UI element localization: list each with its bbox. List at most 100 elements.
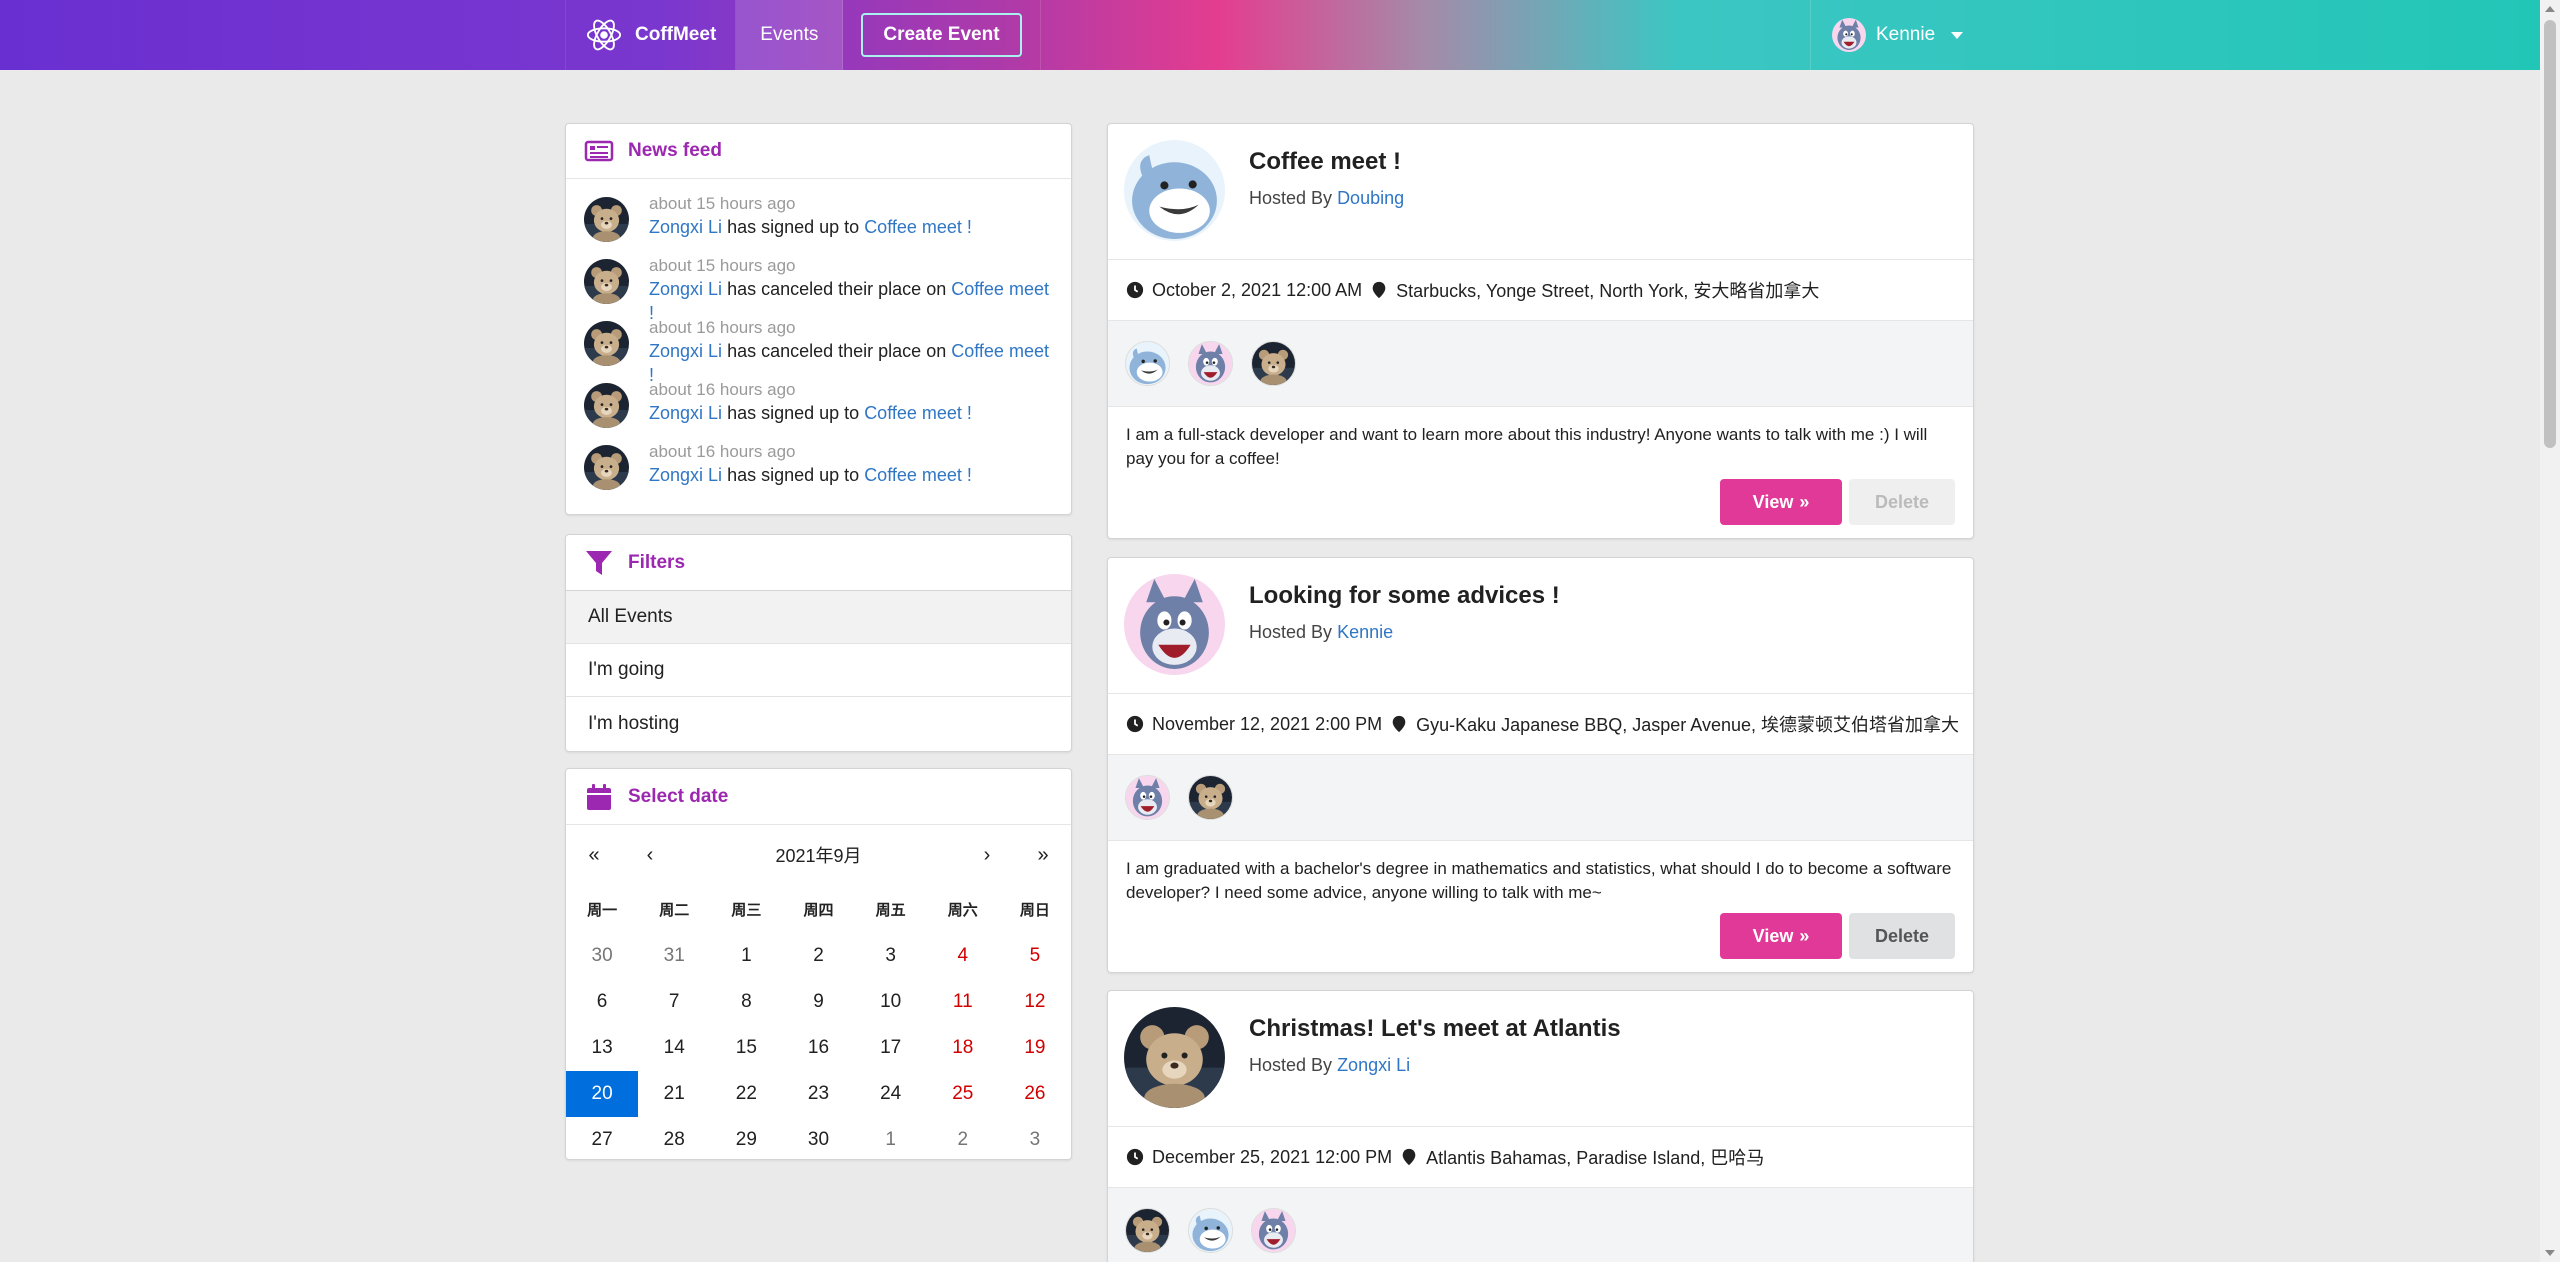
filter-im-hosting[interactable]: I'm hosting (566, 697, 1071, 750)
calendar-day[interactable]: 30 (782, 1117, 854, 1163)
attendee-avatar[interactable] (1251, 1208, 1296, 1253)
host-avatar[interactable] (1124, 140, 1225, 241)
event-actions: View» Delete (1108, 471, 1973, 525)
calendar-day[interactable]: 14 (638, 1025, 710, 1071)
news-feed-panel: News feed about 15 hours ago Zongxi Li h… (565, 123, 1072, 515)
calendar-day[interactable]: 12 (999, 979, 1071, 1025)
feed-event-link[interactable]: Coffee meet ! (864, 465, 972, 485)
feed-item: about 15 hours ago Zongxi Li has signed … (584, 193, 1053, 255)
calendar-first-button[interactable]: « (566, 844, 622, 867)
attendee-avatar[interactable] (1125, 1208, 1170, 1253)
feed-event-link[interactable]: Coffee meet ! (864, 403, 972, 423)
calendar-day[interactable]: 22 (710, 1071, 782, 1117)
event-title[interactable]: Christmas! Let's meet at Atlantis (1249, 1015, 1621, 1043)
feed-avatar[interactable] (584, 197, 629, 242)
event-host: Hosted By Kennie (1249, 622, 1560, 643)
feed-user-link[interactable]: Zongxi Li (649, 217, 722, 237)
event-title[interactable]: Looking for some advices ! (1249, 582, 1560, 610)
feed-avatar[interactable] (584, 445, 629, 490)
event-meta: October 2, 2021 12:00 AM Starbucks, Yong… (1108, 260, 1973, 321)
calendar-day[interactable]: 8 (710, 979, 782, 1025)
calendar-day[interactable]: 24 (855, 1071, 927, 1117)
calendar-day[interactable]: 1 (710, 933, 782, 979)
calendar-header: Select date (566, 769, 1071, 825)
attendee-avatar[interactable] (1125, 775, 1170, 820)
feed-user-link[interactable]: Zongxi Li (649, 341, 722, 361)
host-avatar[interactable] (1124, 1007, 1225, 1108)
calendar-day[interactable]: 16 (782, 1025, 854, 1071)
create-event-button[interactable]: Create Event (861, 13, 1022, 57)
attendee-avatar[interactable] (1251, 341, 1296, 386)
calendar-day[interactable]: 21 (638, 1071, 710, 1117)
calendar-icon (587, 783, 611, 810)
scroll-thumb[interactable] (2544, 20, 2556, 448)
feed-avatar[interactable] (584, 383, 629, 428)
feed-user-link[interactable]: Zongxi Li (649, 403, 722, 423)
clock-icon (1126, 715, 1144, 733)
view-button[interactable]: View» (1720, 913, 1842, 959)
weekday-label: 周三 (731, 901, 762, 919)
feed-user-link[interactable]: Zongxi Li (649, 279, 722, 299)
calendar-day[interactable]: 30 (566, 933, 638, 979)
page-scrollbar[interactable] (2540, 0, 2560, 1262)
feed-user-link[interactable]: Zongxi Li (649, 465, 722, 485)
calendar-month-label[interactable]: 2021年9月 (678, 842, 959, 868)
view-label: View (1752, 925, 1794, 946)
feed-event-link[interactable]: Coffee meet ! (864, 217, 972, 237)
calendar-next-button[interactable]: › (959, 844, 1015, 867)
brand-link[interactable]: CoffMeet (565, 0, 737, 70)
nav-events-link[interactable]: Events (736, 0, 844, 70)
calendar-day[interactable]: 3 (999, 1117, 1071, 1163)
attendee-avatar[interactable] (1188, 1208, 1233, 1253)
user-menu[interactable]: Kennie (1810, 0, 1975, 70)
calendar-day[interactable]: 11 (927, 979, 999, 1025)
scroll-down-arrow[interactable] (2540, 1244, 2560, 1262)
calendar-day[interactable]: 17 (855, 1025, 927, 1071)
calendar-day[interactable]: 27 (566, 1117, 638, 1163)
event-venue: Gyu-Kaku Japanese BBQ, Jasper Avenue, 埃德… (1416, 715, 1960, 735)
calendar-day[interactable]: 4 (927, 933, 999, 979)
calendar-last-button[interactable]: » (1015, 844, 1071, 867)
calendar-day[interactable]: 29 (710, 1117, 782, 1163)
calendar-panel: Select date « ‹ 2021年9月 › » 周一 周二 周三 周四 … (565, 768, 1072, 1160)
calendar-day[interactable]: 9 (782, 979, 854, 1025)
calendar-day[interactable]: 18 (927, 1025, 999, 1071)
calendar-day[interactable]: 19 (999, 1025, 1071, 1071)
calendar-prev-button[interactable]: ‹ (622, 844, 678, 867)
calendar-day[interactable]: 23 (782, 1071, 854, 1117)
event-title[interactable]: Coffee meet ! (1249, 148, 1404, 176)
calendar-day[interactable]: 10 (855, 979, 927, 1025)
feed-avatar[interactable] (584, 259, 629, 304)
calendar-day[interactable]: 3 (855, 933, 927, 979)
calendar-day[interactable]: 20 (566, 1071, 639, 1117)
calendar-day[interactable]: 15 (710, 1025, 782, 1071)
attendee-avatar[interactable] (1188, 341, 1233, 386)
host-avatar[interactable] (1124, 574, 1225, 675)
calendar-day[interactable]: 6 (566, 979, 638, 1025)
feed-avatar[interactable] (584, 321, 629, 366)
calendar-day[interactable]: 1 (855, 1117, 927, 1163)
calendar-day[interactable]: 7 (638, 979, 710, 1025)
host-link[interactable]: Zongxi Li (1337, 1055, 1410, 1075)
attendee-avatar[interactable] (1125, 341, 1170, 386)
calendar-day[interactable]: 25 (927, 1071, 999, 1117)
scroll-up-arrow[interactable] (2540, 0, 2560, 18)
calendar-title: Select date (628, 785, 729, 807)
calendar-day[interactable]: 5 (999, 933, 1071, 979)
calendar-day[interactable]: 31 (638, 933, 710, 979)
event-date: November 12, 2021 2:00 PM (1152, 713, 1383, 734)
calendar-day[interactable]: 2 (927, 1117, 999, 1163)
calendar-day[interactable]: 26 (999, 1071, 1071, 1117)
calendar-day[interactable]: 13 (566, 1025, 638, 1071)
attendee-avatar[interactable] (1188, 775, 1233, 820)
calendar-day[interactable]: 28 (638, 1117, 710, 1163)
filter-im-going[interactable]: I'm going (566, 644, 1071, 697)
filter-all-events[interactable]: All Events (566, 591, 1071, 644)
host-link[interactable]: Kennie (1337, 622, 1393, 642)
filter-icon (586, 550, 612, 575)
host-link[interactable]: Doubing (1337, 188, 1404, 208)
view-button[interactable]: View» (1720, 479, 1842, 525)
top-navbar: CoffMeet Events Create Event Kennie (0, 0, 2540, 70)
delete-button[interactable]: Delete (1849, 913, 1955, 959)
calendar-day[interactable]: 2 (782, 933, 854, 979)
